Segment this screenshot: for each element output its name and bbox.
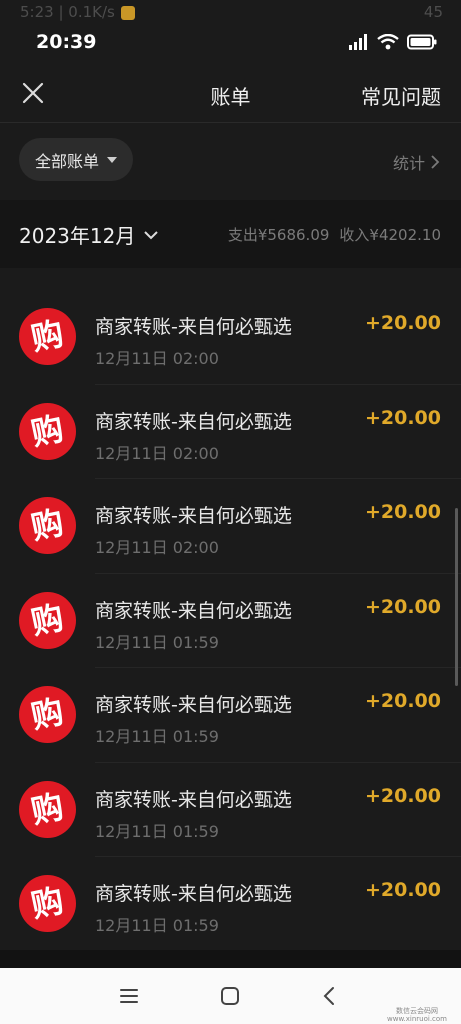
month-summary: 支出¥5686.09 收入¥4202.10: [228, 224, 441, 245]
month-header: 2023年12月 支出¥5686.09 收入¥4202.10: [0, 200, 461, 268]
ghost-status-right: 45: [423, 3, 443, 21]
income-total: 收入¥4202.10: [339, 226, 441, 244]
faq-link[interactable]: 常见问题: [361, 81, 441, 110]
bill-filter-label: 全部账单: [35, 151, 100, 171]
ghost-status-left: 5:23 | 0.1K/s: [20, 3, 135, 21]
transaction-time: 12月11日 02:00: [95, 538, 219, 557]
list-bottom-edge: [0, 950, 461, 968]
transaction-row[interactable]: 购 商家转账-来自何必甄选 12月11日 02:00 +20.00: [0, 385, 461, 479]
transaction-time: 12月11日 01:59: [95, 821, 219, 841]
signal-icon: [349, 34, 367, 50]
transaction-row[interactable]: 购 商家转账-来自何必甄选 12月11日 02:00 +20.00: [0, 479, 461, 574]
transaction-time: 12月11日 02:00: [95, 349, 219, 368]
transaction-time: 12月11日 01:59: [95, 916, 219, 935]
transaction-row[interactable]: 购 商家转账-来自何必甄选 12月11日 02:00 +20.00: [0, 290, 461, 385]
nav-bar: 账单 常见问题: [0, 60, 461, 124]
svg-text:购: 购: [28, 314, 67, 358]
transaction-row[interactable]: 购 商家转账-来自何必甄选 12月11日 01:59 +20.00: [0, 668, 461, 763]
shop-gou-icon: 购: [19, 875, 76, 932]
transaction-time: 12月11日 01:59: [95, 727, 219, 746]
shop-gou-icon: 购: [19, 497, 76, 554]
transaction-amount: +20.00: [364, 784, 441, 807]
transaction-title: 商家转账-来自何必甄选: [95, 694, 292, 716]
close-icon[interactable]: [22, 82, 44, 104]
scrollbar[interactable]: [455, 508, 458, 686]
menu-icon[interactable]: [117, 984, 141, 1008]
shop-gou-icon: 购: [19, 686, 76, 743]
month-label: 2023年12月: [19, 224, 136, 248]
expense-total: 支出¥5686.09: [227, 226, 330, 244]
shop-gou-icon: 购: [19, 402, 76, 460]
shop-gou-glyph: 购: [28, 787, 67, 831]
transaction-amount: +20.00: [364, 879, 441, 901]
battery-icon: [407, 34, 437, 50]
header-divider: [0, 122, 461, 123]
watermark-line2: www.xinruoi.com: [387, 1015, 447, 1023]
shop-gou-glyph: 购: [28, 692, 67, 736]
month-selector[interactable]: 2023年12月: [19, 220, 159, 249]
watermark: 数信云会码网 www.xinruoi.com: [387, 1007, 447, 1023]
svg-text:购: 购: [28, 503, 67, 547]
transaction-title: 商家转账-来自何必甄选: [95, 883, 292, 905]
status-time: 20:39: [36, 31, 97, 53]
status-icons: [349, 34, 437, 50]
app-notification-icon: [120, 5, 135, 20]
home-icon[interactable]: [218, 984, 242, 1008]
chevron-right-icon: [431, 155, 440, 169]
transaction-title: 商家转账-来自何必甄选: [95, 788, 292, 811]
transaction-row[interactable]: 购 商家转账-来自何必甄选 12月11日 01:59 +20.00: [0, 857, 461, 950]
shop-gou-icon: 购: [19, 591, 76, 649]
shop-gou-glyph: 购: [28, 881, 67, 925]
transaction-list[interactable]: 购 商家转账-来自何必甄选 12月11日 02:00 +20.00 购 商家转账…: [0, 268, 461, 950]
transaction-title: 商家转账-来自何必甄选: [95, 410, 292, 433]
transaction-amount: +20.00: [364, 406, 441, 429]
transaction-amount: +20.00: [364, 312, 441, 334]
stats-label: 统计: [392, 154, 425, 173]
shop-gou-glyph: 购: [28, 598, 67, 642]
svg-text:购: 购: [28, 409, 67, 453]
transaction-title: 商家转账-来自何必甄选: [95, 505, 292, 527]
transaction-amount: +20.00: [364, 595, 441, 618]
transaction-title: 商家转账-来自何必甄选: [95, 316, 292, 338]
watermark-line1: 数信云会码网: [396, 1007, 438, 1015]
stats-link[interactable]: 统计: [393, 150, 441, 174]
transaction-row[interactable]: 购 商家转账-来自何必甄选 12月11日 01:59 +20.00: [0, 763, 461, 857]
chevron-down-icon: [144, 230, 159, 239]
back-icon[interactable]: [318, 984, 342, 1008]
wifi-icon: [377, 34, 399, 50]
shop-gou-icon: 购: [19, 308, 76, 365]
transaction-row[interactable]: 购 商家转账-来自何必甄选 12月11日 01:59 +20.00: [0, 574, 461, 668]
ghost-status-bar: 5:23 | 0.1K/s 45: [0, 0, 461, 24]
svg-text:购: 购: [28, 598, 67, 642]
transaction-time: 12月11日 01:59: [95, 632, 219, 652]
shop-gou-glyph: 购: [28, 503, 67, 547]
svg-text:购: 购: [28, 881, 67, 925]
transaction-amount: +20.00: [364, 501, 441, 523]
transaction-title: 商家转账-来自何必甄选: [95, 599, 292, 622]
bill-filter-dropdown[interactable]: 全部账单: [19, 138, 134, 181]
transaction-amount: +20.00: [364, 690, 441, 712]
shop-gou-icon: 购: [19, 780, 76, 838]
transaction-time: 12月11日 02:00: [95, 443, 219, 463]
svg-text:购: 购: [28, 787, 67, 831]
bill-page: 5:23 | 0.1K/s 45 20:39 账单 常见问题 全部账单 统计 2…: [0, 0, 461, 1024]
caret-down-icon: [107, 156, 118, 163]
shop-gou-glyph: 购: [28, 409, 67, 453]
shop-gou-glyph: 购: [28, 314, 67, 358]
svg-text:购: 购: [28, 692, 67, 736]
status-bar: 20:39: [0, 24, 461, 60]
